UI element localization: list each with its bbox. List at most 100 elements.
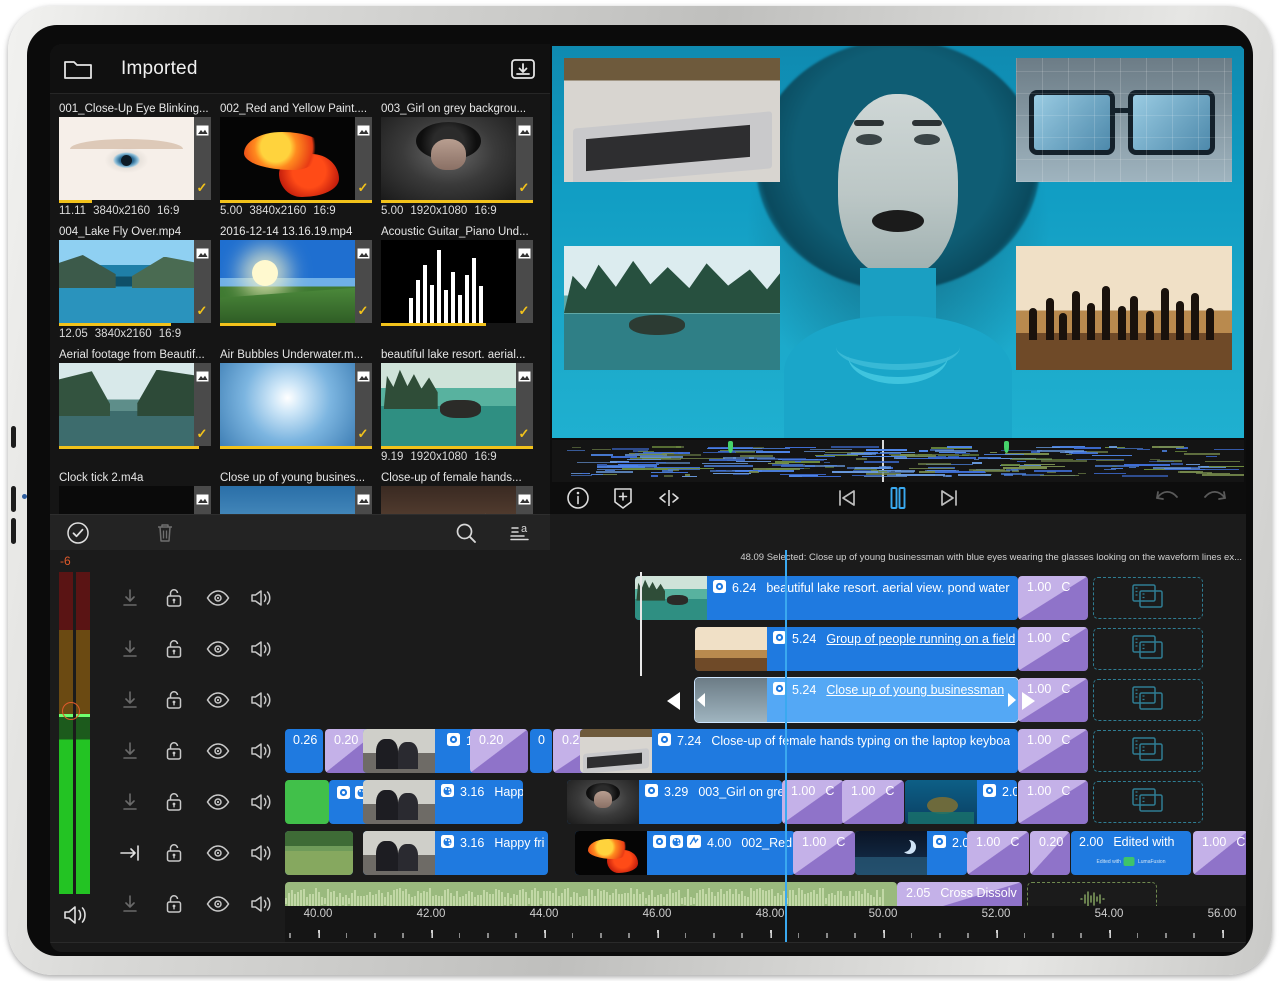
media-item-thumbnail[interactable]: ✓ [220,117,372,200]
unlock-icon[interactable] [164,587,184,609]
speaker-icon[interactable] [250,842,274,864]
eye-icon[interactable] [206,691,230,709]
preview-video-canvas[interactable] [552,46,1244,438]
preview-marker-1[interactable] [728,441,733,453]
clip-ripple-handle-left[interactable] [667,692,681,715]
volume-down-button[interactable] [11,518,16,544]
video-clip[interactable]: 2.02Divers W [905,780,1017,824]
track-visibility-button[interactable] [196,844,240,862]
timeline-tracks[interactable]: 48.09 Selected: Close up of young busine… [285,550,1246,942]
media-item[interactable]: Clock tick 2.m4a [59,470,211,514]
skip-previous-icon[interactable] [834,486,858,510]
empty-drop-slot[interactable] [1093,730,1203,772]
media-item-side-controls[interactable]: ✓ [355,117,372,200]
unlock-icon[interactable] [164,740,184,762]
trim-icon[interactable] [656,486,682,510]
media-item-side-controls[interactable] [516,486,533,514]
media-item-thumbnail[interactable]: ✓ [381,363,533,446]
download-icon[interactable] [120,638,140,660]
media-item-check-icon[interactable]: ✓ [519,181,530,194]
track-visibility-button[interactable] [196,691,240,709]
speaker-icon[interactable] [250,689,274,711]
media-item[interactable]: Air Bubbles Underwater.m...✓ [220,347,372,466]
media-item-thumbnail[interactable]: ✓ [59,363,211,446]
video-clip[interactable]: 0.26 [285,729,323,773]
transition-clip[interactable]: 1.00C [967,831,1029,875]
media-item-side-controls[interactable]: ✓ [355,363,372,446]
media-item-thumbnail[interactable] [381,486,533,514]
preview-marker-2[interactable] [1004,441,1009,453]
track-lock-button[interactable] [152,689,196,711]
search-icon[interactable] [454,521,478,545]
pause-icon[interactable] [886,485,910,511]
media-item[interactable]: 001_Close-Up Eye Blinking...✓11.113840x2… [59,101,211,220]
video-clip[interactable]: 2.09Cute ret [285,831,353,875]
track-download-button[interactable] [108,842,152,864]
track-lock-button[interactable] [152,638,196,660]
media-item[interactable]: Acoustic Guitar_Piano Und...✓ [381,224,533,343]
transition-clip[interactable]: 1.00C [1018,627,1088,671]
track-audio-button[interactable] [240,842,284,864]
unlock-icon[interactable] [164,638,184,660]
video-clip[interactable]: 6.24beautiful lake resort. aerial view. … [635,576,1018,620]
video-clip[interactable]: 3.29003_Girl on grey [567,780,782,824]
track-download-button[interactable] [108,740,152,762]
eye-icon[interactable] [206,844,230,862]
level-meter-knob[interactable] [62,702,80,720]
redo-icon[interactable] [1202,487,1228,509]
clip-trim-handle-left[interactable] [695,678,707,722]
video-clip[interactable]: 2.02Flying Th [855,831,967,875]
video-clip[interactable]: 7.24Close-up of female hands typing on t… [580,729,1018,773]
check-circle-icon[interactable] [66,521,90,545]
empty-drop-slot[interactable] [1093,679,1203,721]
preview-audio-waveform[interactable] [552,440,1244,482]
download-icon[interactable] [120,689,140,711]
sort-alpha-icon[interactable]: a [508,521,532,545]
media-item-side-controls[interactable] [355,486,372,514]
unlock-icon[interactable] [164,893,184,915]
track-6[interactable]: 2.09Cute ret3.16Happy fri4.00002_Red a1.… [285,827,1246,878]
timeline-playhead[interactable] [785,550,787,942]
download-icon[interactable] [120,791,140,813]
track-lock-button[interactable] [152,893,196,915]
transition-clip[interactable]: 1.00C [1018,780,1088,824]
video-clip[interactable]: 5.24Close up of young businessman [695,678,1018,722]
clip-trim-handle-right[interactable] [1006,678,1018,722]
eye-icon[interactable] [206,793,230,811]
timeline-ruler[interactable]: 40.0042.0044.0046.0048.0050.0052.0054.00… [285,906,1246,942]
media-item-side-controls[interactable]: ✓ [355,240,372,323]
unlock-icon[interactable] [164,791,184,813]
track-download-button[interactable] [108,638,152,660]
media-item-side-controls[interactable]: ✓ [194,117,211,200]
insert-track-icon[interactable] [119,842,141,864]
track-download-button[interactable] [108,791,152,813]
track-visibility-button[interactable] [196,742,240,760]
video-clip[interactable]: Edited withLumaFusion2.00Edited with [1071,831,1191,875]
skip-next-icon[interactable] [938,486,962,510]
media-item-check-icon[interactable]: ✓ [358,304,369,317]
track-audio-button[interactable] [240,791,284,813]
media-item[interactable]: 004_Lake Fly Over.mp4✓12.053840x216016:9 [59,224,211,343]
media-item-thumbnail[interactable]: ✓ [220,363,372,446]
track-lock-button[interactable] [152,587,196,609]
track-audio-button[interactable] [240,740,284,762]
track-audio-button[interactable] [240,638,284,660]
track-3[interactable]: 5.24Close up of young businessman1.00C [285,674,1246,725]
speaker-icon[interactable] [62,902,90,928]
empty-drop-slot[interactable] [1093,781,1203,823]
transition-clip[interactable]: 1.00Cr [1193,831,1246,875]
media-item[interactable]: beautiful lake resort. aerial...✓9.19192… [381,347,533,466]
track-visibility-button[interactable] [196,793,240,811]
track-4[interactable]: 0.260.201.25Hap0.2000.287.24Close-up of … [285,725,1246,776]
unlock-icon[interactable] [164,689,184,711]
track-1[interactable]: 6.24beautiful lake resort. aerial view. … [285,572,1246,623]
folder-icon[interactable] [63,57,93,81]
media-item-check-icon[interactable]: ✓ [197,427,208,440]
track-lock-button[interactable] [152,842,196,864]
speaker-icon[interactable] [250,893,274,915]
info-icon[interactable] [566,486,590,510]
track-audio-button[interactable] [240,893,284,915]
track-5[interactable]: 3.16Happy fr3.29003_Girl on grey1.00C1.0… [285,776,1246,827]
speaker-icon[interactable] [250,638,274,660]
media-grid[interactable]: 001_Close-Up Eye Blinking...✓11.113840x2… [50,95,550,514]
